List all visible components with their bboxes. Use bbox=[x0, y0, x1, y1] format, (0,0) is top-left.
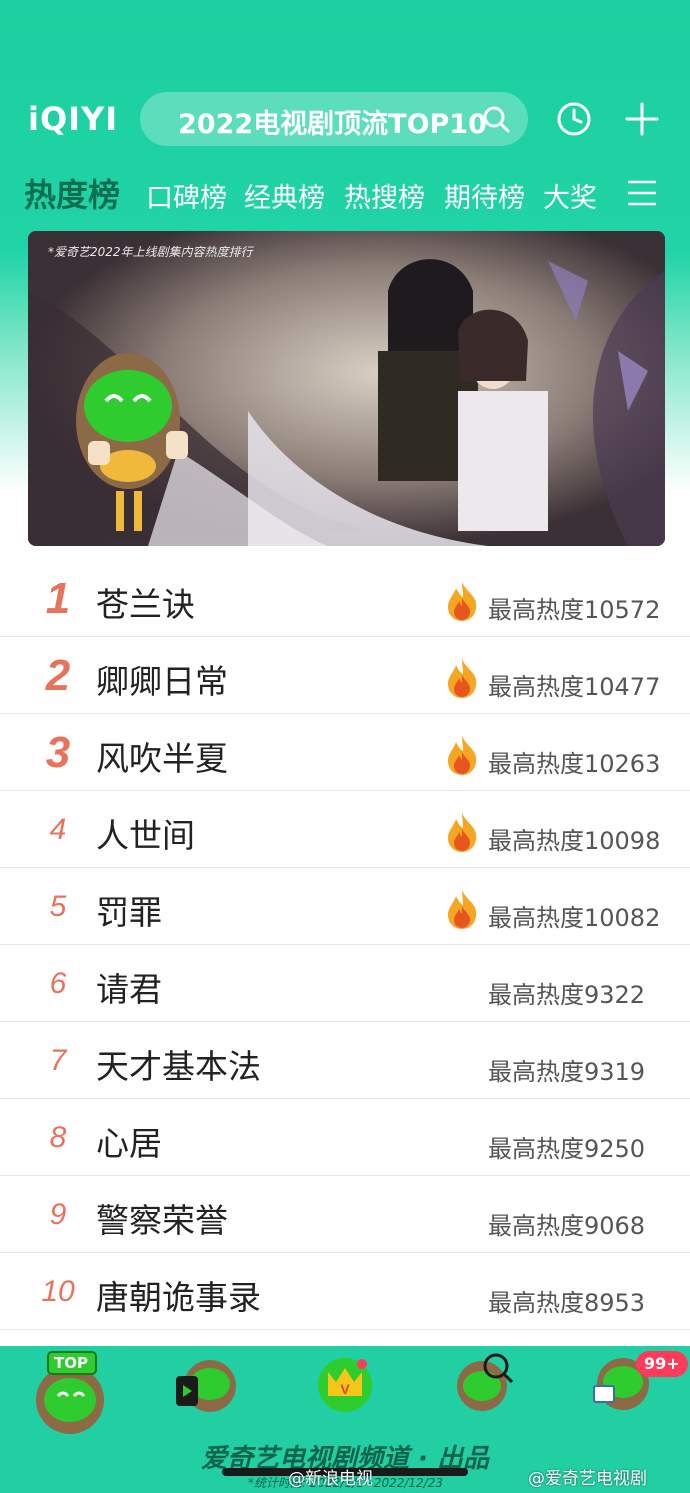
tab-classic[interactable]: 经典榜 bbox=[244, 176, 325, 215]
notification-badge: 99+ bbox=[636, 1351, 688, 1377]
drama-title[interactable]: 人世间 bbox=[96, 809, 195, 857]
ranking-row[interactable]: 10 唐朝诡事录 最高热度8953 bbox=[0, 1253, 690, 1330]
flame-icon bbox=[444, 734, 480, 776]
top-badge-label: TOP bbox=[54, 1354, 88, 1372]
history-clock-icon[interactable] bbox=[556, 101, 592, 137]
drama-title[interactable]: 风吹半夏 bbox=[96, 732, 228, 780]
ranking-row[interactable]: 7 天才基本法 最高热度9319 bbox=[0, 1022, 690, 1099]
heat-value: 最高热度9250 bbox=[488, 1135, 646, 1163]
plus-icon[interactable] bbox=[624, 101, 660, 137]
search-icon[interactable] bbox=[482, 105, 510, 133]
rank-number: 6 bbox=[49, 967, 67, 1000]
watermark-iqiyi-drama: @爱奇艺电视剧 bbox=[528, 1469, 647, 1489]
search-query-text[interactable]: 2022电视剧顶流TOP10 bbox=[178, 102, 487, 141]
drama-title[interactable]: 心居 bbox=[96, 1117, 162, 1165]
drama-title[interactable]: 请君 bbox=[96, 963, 162, 1011]
banner-artwork bbox=[28, 231, 665, 546]
rank-number: 7 bbox=[49, 1044, 67, 1077]
flame-icon bbox=[444, 888, 480, 930]
drama-title[interactable]: 唐朝诡事录 bbox=[96, 1271, 261, 1319]
drama-title[interactable]: 罚罪 bbox=[96, 886, 162, 934]
heat-value: 最高热度10477 bbox=[488, 673, 661, 701]
rank-number: 9 bbox=[49, 1198, 67, 1231]
heat-value: 最高热度8953 bbox=[488, 1289, 646, 1317]
rank-number: 10 bbox=[41, 1275, 75, 1308]
ranking-row[interactable]: 4 人世间 最高热度10098 bbox=[0, 791, 690, 868]
featured-banner[interactable]: *爱奇艺2022年上线剧集内容热度排行 bbox=[28, 231, 665, 546]
flame-icon bbox=[444, 580, 480, 622]
iqiyi-logo[interactable]: iQIYI bbox=[28, 100, 118, 138]
tab-awards[interactable]: 大奖 bbox=[543, 176, 597, 215]
flame-icon bbox=[444, 657, 480, 699]
drama-title[interactable]: 卿卿日常 bbox=[96, 655, 228, 703]
ranking-row[interactable]: 6 请君 最高热度9322 bbox=[0, 945, 690, 1022]
ranking-row[interactable]: 1 苍兰诀 最高热度10572 bbox=[0, 560, 690, 637]
bottom-navigation: TOP V 爱奇艺电视剧频道 · 出品 *统计时间: 2022/1/1~2022… bbox=[0, 1346, 690, 1493]
heat-value: 最高热度10098 bbox=[488, 827, 661, 855]
chart-tabs: 热度榜 口碑榜 经典榜 热搜榜 期待榜 大奖 bbox=[0, 168, 690, 218]
tab-reputation[interactable]: 口碑榜 bbox=[146, 176, 227, 215]
rank-number: 1 bbox=[45, 574, 71, 623]
header: iQIYI 2022电视剧顶流TOP10 bbox=[0, 90, 690, 150]
tab-anticipated[interactable]: 期待榜 bbox=[444, 176, 525, 215]
ranking-row[interactable]: 8 心居 最高热度9250 bbox=[0, 1099, 690, 1176]
rank-number: 5 bbox=[49, 890, 67, 923]
tab-hot-search[interactable]: 热搜榜 bbox=[344, 176, 425, 215]
svg-text:V: V bbox=[340, 1381, 350, 1397]
ranking-row[interactable]: 2 卿卿日常 最高热度10477 bbox=[0, 637, 690, 714]
heat-value: 最高热度9068 bbox=[488, 1212, 646, 1240]
menu-icon[interactable] bbox=[626, 178, 658, 208]
heat-value: 最高热度10572 bbox=[488, 596, 661, 624]
drama-title[interactable]: 天才基本法 bbox=[96, 1040, 261, 1088]
drama-title[interactable]: 苍兰诀 bbox=[96, 578, 195, 626]
rank-number: 3 bbox=[45, 728, 71, 777]
heat-value: 最高热度10263 bbox=[488, 750, 661, 778]
rank-number: 2 bbox=[45, 651, 71, 700]
heat-value: 最高热度9319 bbox=[488, 1058, 646, 1086]
ranking-row[interactable]: 3 风吹半夏 最高热度10263 bbox=[0, 714, 690, 791]
watermark-sina-tv: @新浪电视 bbox=[288, 1469, 373, 1489]
drama-title[interactable]: 警察荣誉 bbox=[96, 1194, 228, 1242]
nav-vip-crown-icon[interactable]: V bbox=[314, 1352, 376, 1414]
banner-note: *爱奇艺2022年上线剧集内容热度排行 bbox=[48, 245, 253, 259]
nav-search-mascot-icon[interactable] bbox=[454, 1350, 518, 1414]
nav-video-mascot-icon[interactable] bbox=[172, 1354, 240, 1418]
search-bar[interactable]: 2022电视剧顶流TOP10 bbox=[140, 92, 528, 146]
heat-value: 最高热度10082 bbox=[488, 904, 661, 932]
tab-hot[interactable]: 热度榜 bbox=[24, 170, 120, 216]
ranking-row[interactable]: 9 警察荣誉 最高热度9068 bbox=[0, 1176, 690, 1253]
rank-number: 8 bbox=[49, 1121, 67, 1154]
ranking-row[interactable]: 5 罚罪 最高热度10082 bbox=[0, 868, 690, 945]
rank-number: 4 bbox=[49, 813, 67, 846]
flame-icon bbox=[444, 811, 480, 853]
heat-value: 最高热度9322 bbox=[488, 981, 646, 1009]
